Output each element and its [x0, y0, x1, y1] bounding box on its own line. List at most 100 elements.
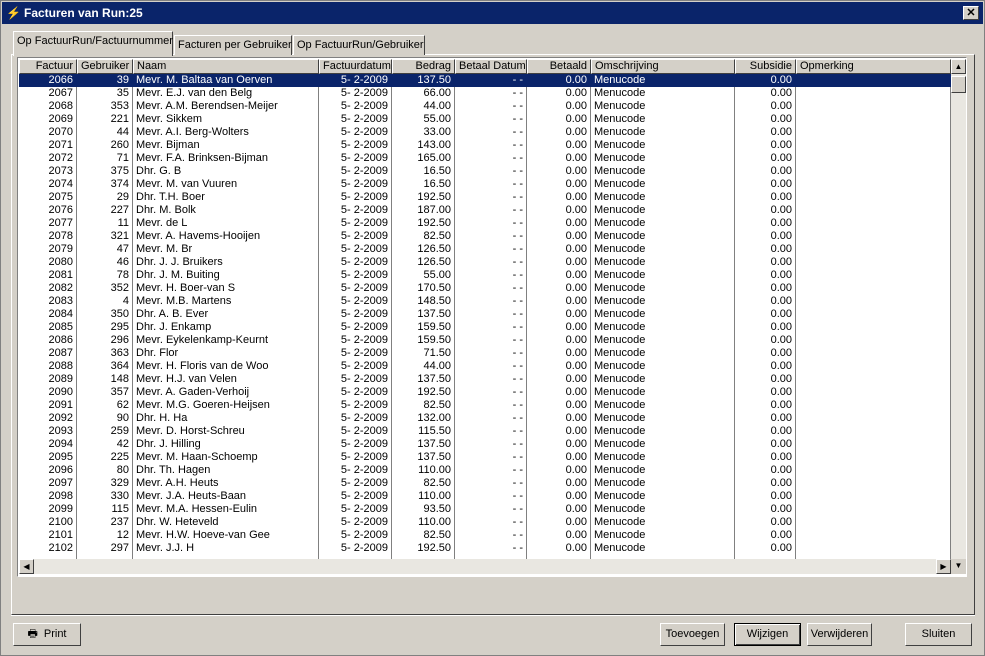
- cell-gebruiker: 352: [110, 282, 129, 294]
- cell-betaald: 0.00: [565, 295, 587, 307]
- cell-bedrag: 192.50: [417, 386, 451, 398]
- table-row[interactable]: 2098 330 Mevr. J.A. Heuts-Baan 5- 2-2009 110…: [19, 490, 951, 503]
- cell-naam: Mevr. Sikkem: [136, 113, 203, 125]
- print-button[interactable]: 🖶 Print: [13, 623, 81, 646]
- table-row[interactable]: 2091 62 Mevr. M.G. Goeren-Heijsen 5- 2-2009…: [19, 399, 951, 412]
- column-header-factuur[interactable]: Factuur: [19, 59, 77, 74]
- cell-betaald: 0.00: [565, 256, 587, 268]
- table-row[interactable]: 2077 11 Mevr. de L 5- 2-2009 192.50 - - 0.00 Me…: [19, 217, 951, 230]
- table-row[interactable]: 2070 44 Mevr. A.I. Berg-Wolters 5- 2-2009 33…: [19, 126, 951, 139]
- cell-naam: Dhr. H. Ha: [136, 412, 188, 424]
- close-button[interactable]: ✕: [963, 6, 979, 20]
- column-header-betaald[interactable]: Betaald: [527, 59, 591, 74]
- column-header-subsidie[interactable]: Subsidie: [735, 59, 796, 74]
- cell-betaald: 0.00: [565, 360, 587, 372]
- table-row[interactable]: 2079 47 Mevr. M. Br 5- 2-2009 126.50 - - 0.00 M…: [19, 243, 951, 256]
- table-row[interactable]: 2101 12 Mevr. H.W. Hoeve-van Gee 5- 2-2009 8…: [19, 529, 951, 542]
- table-row[interactable]: 2087 363 Dhr. Flor 5- 2-2009 71.50 - - 0.00 Men…: [19, 347, 951, 360]
- cell-gebruiker: 329: [110, 477, 129, 489]
- table-row[interactable]: 2066 39 Mevr. M. Baltaa van Oerven 5- 2-200…: [19, 74, 951, 87]
- cell-factuur: 2100: [48, 516, 73, 528]
- cell-naam: Mevr. J.A. Heuts-Baan: [136, 490, 247, 502]
- column-header-bedrag[interactable]: Bedrag: [392, 59, 455, 74]
- cell-factuurdatum: 5- 2-2009: [340, 386, 388, 398]
- cell-betaald: 0.00: [565, 87, 587, 99]
- printer-icon: 🖶: [27, 628, 38, 640]
- cell-subsidie: 0.00: [770, 490, 792, 502]
- table-row[interactable]: 2067 35 Mevr. E.J. van den Belg 5- 2-2009 66…: [19, 87, 951, 100]
- table-row[interactable]: 2068 353 Mevr. A.M. Berendsen-Meijer 5- 2-2…: [19, 100, 951, 113]
- toevoegen-button[interactable]: Toevoegen: [660, 623, 725, 646]
- cell-betaal-datum: - -: [512, 399, 523, 411]
- table-row[interactable]: 2080 46 Dhr. J. J. Bruikers 5- 2-2009 126.50…: [19, 256, 951, 269]
- verwijderen-button[interactable]: Verwijderen: [807, 623, 872, 646]
- vertical-scrollbar[interactable]: ▲: [951, 59, 966, 559]
- tab-facturen-per-gebruiker[interactable]: Facturen per Gebruiker: [174, 35, 292, 55]
- table-row[interactable]: 2071 260 Mevr. Bijman 5- 2-2009 143.00 - - 0.0…: [19, 139, 951, 152]
- table-row[interactable]: 2096 80 Dhr. Th. Hagen 5- 2-2009 110.00 - - 0.…: [19, 464, 951, 477]
- cell-omschrijving: Menucode: [594, 100, 646, 112]
- cell-opmerking: [796, 256, 950, 269]
- tab-op-factuurrun-factuurnummer[interactable]: Op FactuurRun/Factuurnummer: [13, 31, 173, 56]
- table-row[interactable]: 2092 90 Dhr. H. Ha 5- 2-2009 132.00 - - 0.00 Me…: [19, 412, 951, 425]
- table-row[interactable]: 2082 352 Mevr. H. Boer-van S 5- 2-2009 170.5…: [19, 282, 951, 295]
- table-row[interactable]: 2084 350 Dhr. A. B. Ever 5- 2-2009 137.50 - -…: [19, 308, 951, 321]
- table-row[interactable]: 2088 364 Mevr. H. Floris van de Woo 5- 2-20…: [19, 360, 951, 373]
- table-row[interactable]: 2102 297 Mevr. J.J. H 5- 2-2009 192.50 - - 0.0…: [19, 542, 951, 555]
- scroll-right-icon[interactable]: ▶: [936, 559, 951, 574]
- cell-opmerking: [796, 451, 950, 464]
- title-bar[interactable]: ⚡ Facturen van Run:25 ✕: [2, 2, 983, 24]
- sluiten-button[interactable]: Sluiten: [905, 623, 972, 646]
- column-header-omschrijving[interactable]: Omschrijving: [591, 59, 735, 74]
- cell-betaal-datum: - -: [512, 386, 523, 398]
- invoice-grid[interactable]: Factuur Gebruiker Naam Factuurdatum Bedrag Be…: [17, 57, 967, 577]
- horizontal-scrollbar[interactable]: ◀ ▶: [19, 559, 951, 574]
- column-header-factuurdatum[interactable]: Factuurdatum: [319, 59, 392, 74]
- cell-subsidie: 0.00: [770, 373, 792, 385]
- cell-omschrijving: Menucode: [594, 360, 646, 372]
- table-row[interactable]: 2081 78 Dhr. J. M. Buiting 5- 2-2009 55.00 - …: [19, 269, 951, 282]
- table-row[interactable]: 2069 221 Mevr. Sikkem 5- 2-2009 55.00 - - 0.00…: [19, 113, 951, 126]
- table-row[interactable]: 2086 296 Mevr. Eykelenkamp-Keurnt 5- 2-2009…: [19, 334, 951, 347]
- table-row[interactable]: 2074 374 Mevr. M. van Vuuren 5- 2-2009 16.50…: [19, 178, 951, 191]
- table-row[interactable]: 2100 237 Dhr. W. Heteveld 5- 2-2009 110.00 - …: [19, 516, 951, 529]
- cell-factuur: 2066: [48, 74, 73, 86]
- table-row[interactable]: 2073 375 Dhr. G. B 5- 2-2009 16.50 - - 0.00 Men…: [19, 165, 951, 178]
- scroll-left-icon[interactable]: ◀: [19, 559, 34, 574]
- table-row[interactable]: 2076 227 Dhr. M. Bolk 5- 2-2009 187.00 - - 0.0…: [19, 204, 951, 217]
- tab-op-factuurrun-gebruiker[interactable]: Op FactuurRun/Gebruiker: [293, 35, 425, 55]
- scroll-down-icon[interactable]: ▼: [951, 559, 966, 574]
- wijzigen-button[interactable]: Wijzigen: [734, 623, 801, 646]
- table-row[interactable]: 2072 71 Mevr. F.A. Brinksen-Bijman 5- 2-200…: [19, 152, 951, 165]
- column-header-betaal-datum[interactable]: Betaal Datum: [455, 59, 527, 74]
- column-header-gebruiker[interactable]: Gebruiker: [77, 59, 133, 74]
- cell-omschrijving: Menucode: [594, 152, 646, 164]
- table-row[interactable]: 2093 259 Mevr. D. Horst-Schreu 5- 2-2009 115…: [19, 425, 951, 438]
- cell-opmerking: [796, 438, 950, 451]
- table-row[interactable]: 2083 4 Mevr. M.B. Martens 5- 2-2009 148.50 - …: [19, 295, 951, 308]
- cell-opmerking: [796, 503, 950, 516]
- cell-omschrijving: Menucode: [594, 74, 646, 86]
- cell-gebruiker: 35: [116, 87, 129, 99]
- table-row[interactable]: 2075 29 Dhr. T.H. Boer 5- 2-2009 192.50 - - 0.…: [19, 191, 951, 204]
- table-row[interactable]: 2090 357 Mevr. A. Gaden-Verhoij 5- 2-2009 19…: [19, 386, 951, 399]
- cell-omschrijving: Menucode: [594, 230, 646, 242]
- table-row[interactable]: 2085 295 Dhr. J. Enkamp 5- 2-2009 159.50 - - 0…: [19, 321, 951, 334]
- table-row[interactable]: 2078 321 Mevr. A. Havems-Hooijen 5- 2-2009 8…: [19, 230, 951, 243]
- table-row[interactable]: 2095 225 Mevr. M. Haan-Schoemp 5- 2-2009 137…: [19, 451, 951, 464]
- vertical-scroll-thumb[interactable]: [951, 76, 966, 93]
- cell-opmerking: [796, 100, 950, 113]
- cell-factuur: 2101: [48, 529, 73, 541]
- cell-betaal-datum: - -: [512, 126, 523, 138]
- column-header-naam[interactable]: Naam: [133, 59, 319, 74]
- table-row[interactable]: 2089 148 Mevr. H.J. van Velen 5- 2-2009 137.…: [19, 373, 951, 386]
- column-header-opmerking[interactable]: Opmerking: [796, 59, 951, 74]
- table-row[interactable]: 2097 329 Mevr. A.H. Heuts 5- 2-2009 82.50 - -…: [19, 477, 951, 490]
- table-row[interactable]: 2099 115 Mevr. M.A. Hessen-Eulin 5- 2-2009 9…: [19, 503, 951, 516]
- cell-factuurdatum: 5- 2-2009: [340, 282, 388, 294]
- scroll-up-icon[interactable]: ▲: [951, 59, 966, 74]
- table-row[interactable]: 2094 42 Dhr. J. Hilling 5- 2-2009 137.50 - - 0…: [19, 438, 951, 451]
- cell-bedrag: 44.00: [423, 360, 451, 372]
- cell-factuur: 2089: [48, 373, 73, 385]
- cell-gebruiker: 44: [116, 126, 129, 138]
